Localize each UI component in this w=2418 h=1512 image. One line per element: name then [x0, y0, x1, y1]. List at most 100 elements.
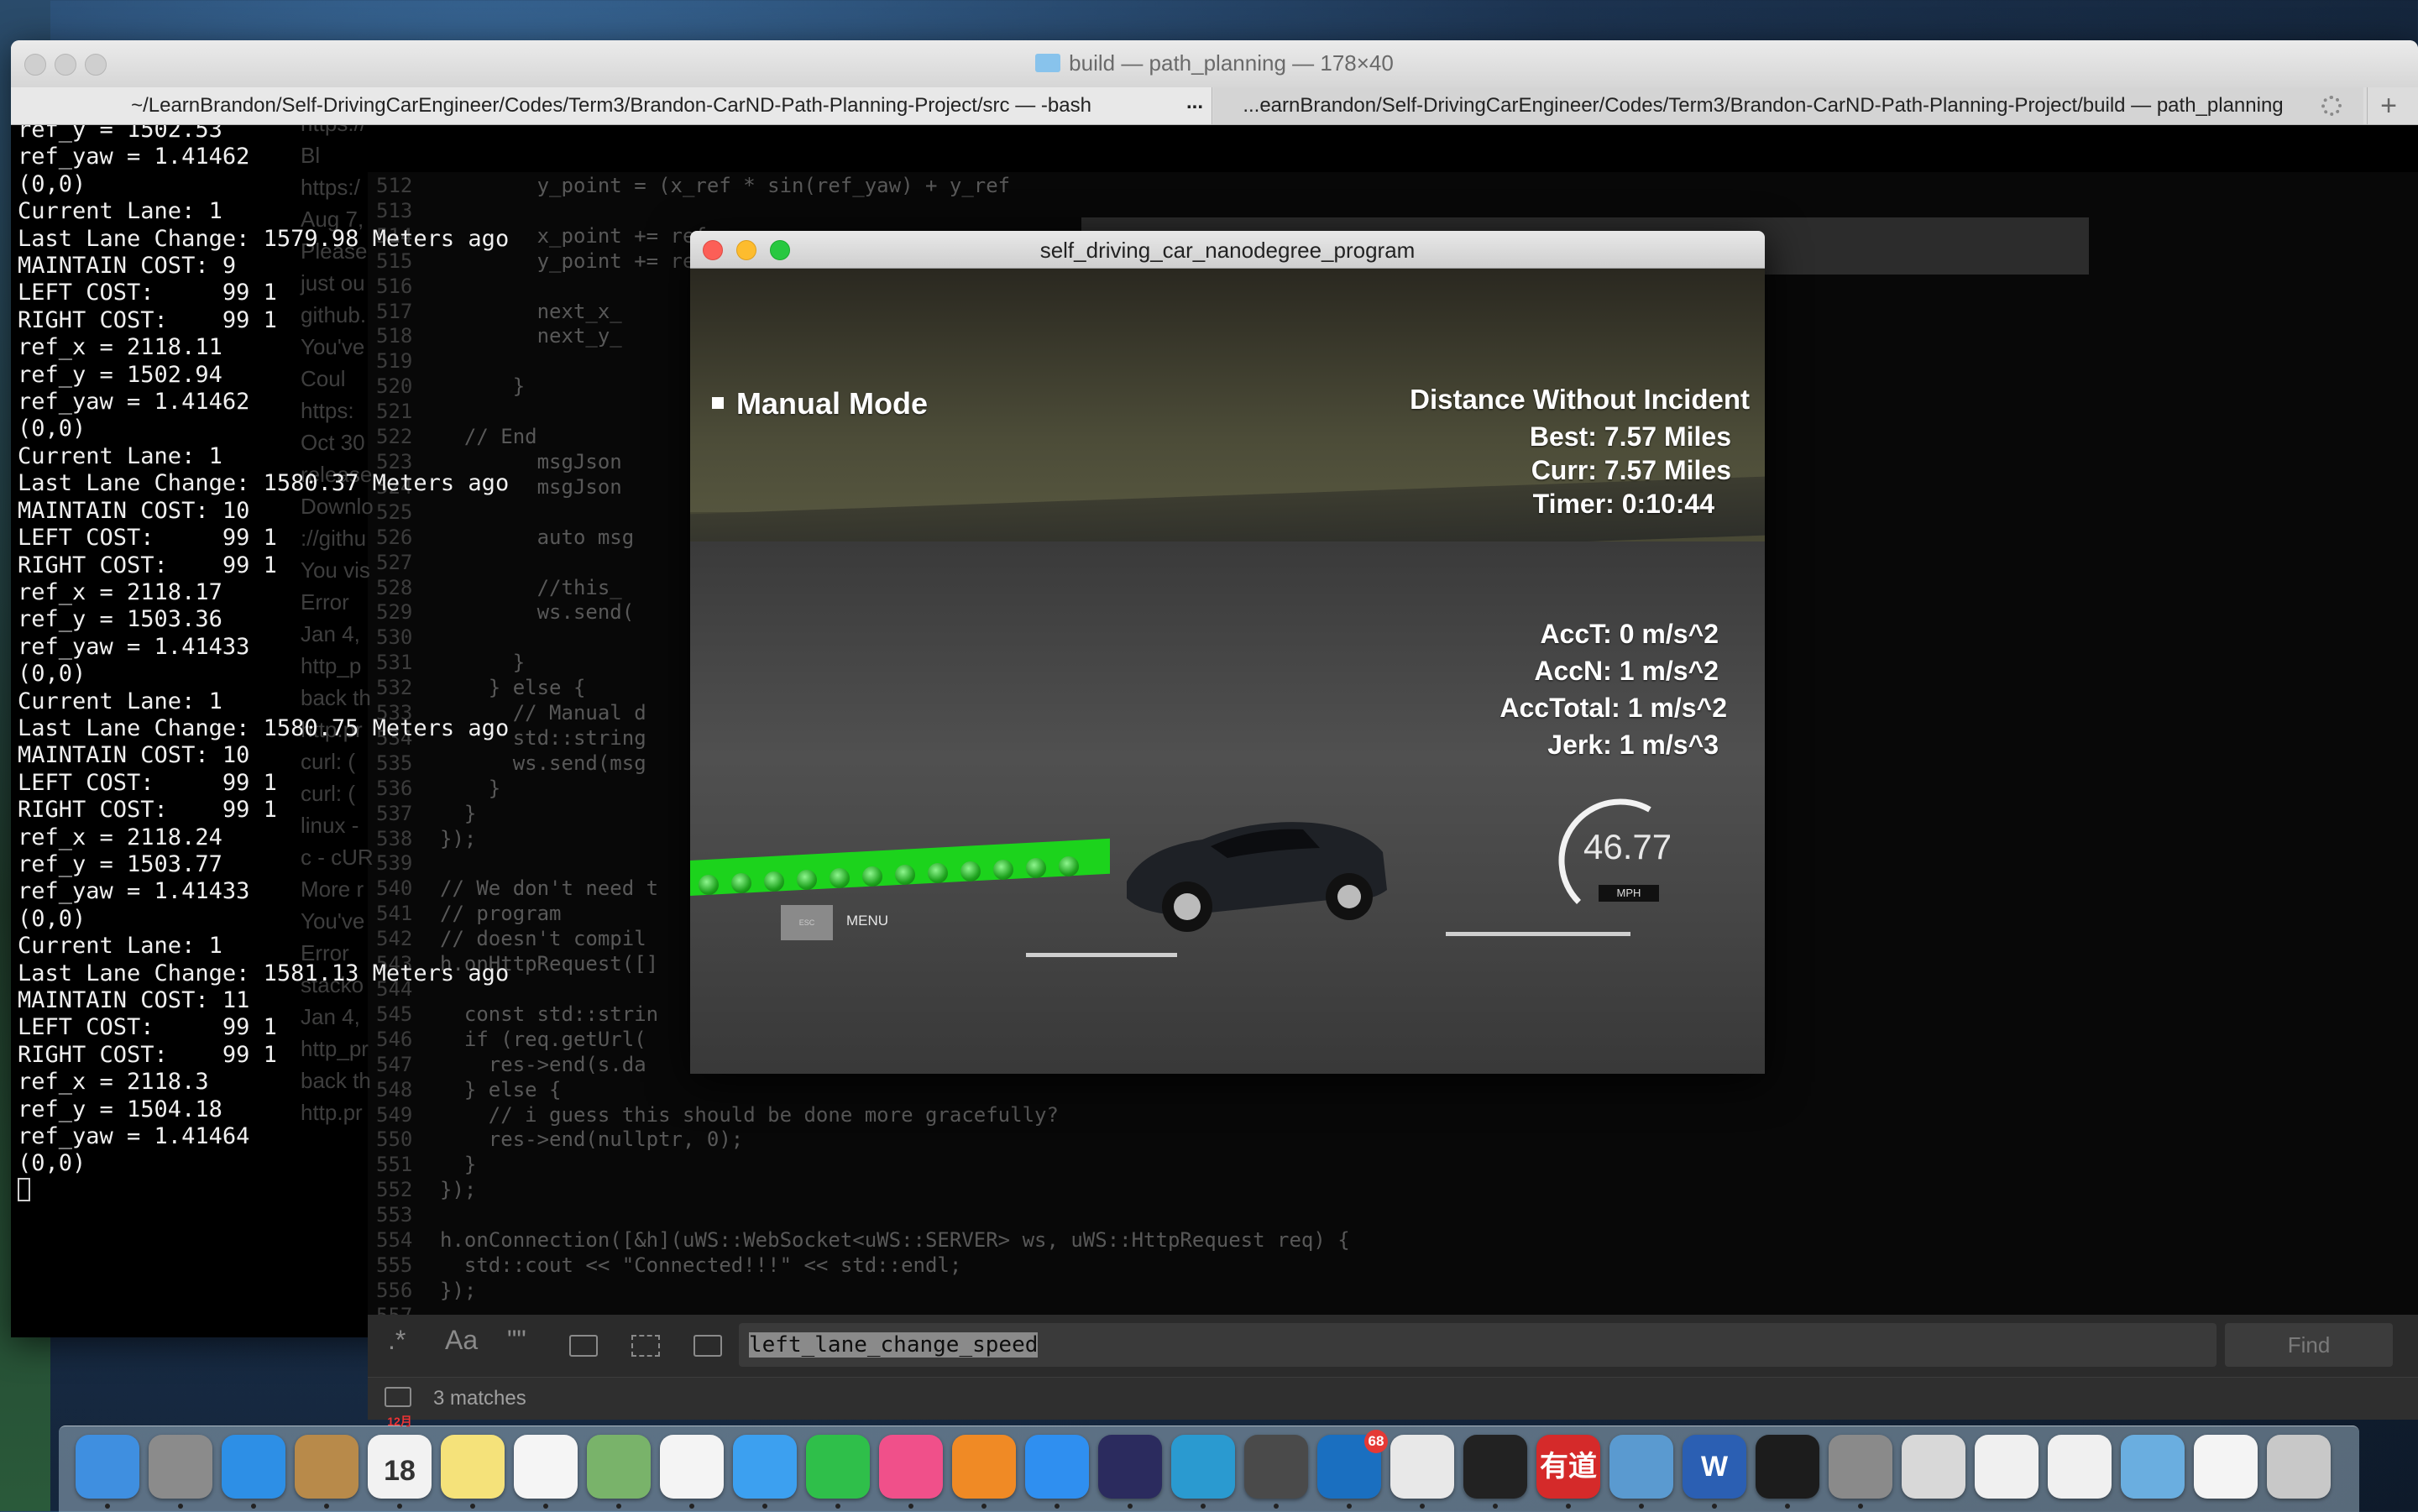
- code-line: 554 h.onConnection([&h](uWS::WebSocket<uW…: [376, 1228, 1350, 1253]
- tab-label: ...earnBrandon/Self-DrivingCarEngineer/C…: [1243, 94, 2284, 117]
- running-indicator: [470, 1504, 475, 1509]
- activity-spinner-icon: [2321, 96, 2342, 116]
- app-store-icon[interactable]: [1025, 1435, 1089, 1499]
- photos-icon[interactable]: [660, 1435, 724, 1499]
- line-number: 553: [376, 1203, 413, 1227]
- notes-icon[interactable]: [441, 1435, 505, 1499]
- code-line: 512 y_point = (x_ref * sin(ref_yaw) + y_…: [376, 174, 1350, 199]
- path-point: [895, 865, 915, 885]
- simulator-titlebar[interactable]: self_driving_car_nanodegree_program: [690, 231, 1765, 269]
- terminal-line: ref_yaw = 1.41462: [18, 389, 250, 416]
- network-globe-icon[interactable]: [1609, 1435, 1673, 1499]
- running-indicator: [689, 1504, 694, 1509]
- regex-toggle[interactable]: .*: [388, 1325, 406, 1356]
- terminal-line: ref_x = 2118.17: [18, 578, 222, 605]
- simulator-window[interactable]: self_driving_car_nanodegree_program Manu…: [690, 231, 1765, 1074]
- preview-icon[interactable]: [1902, 1435, 1965, 1499]
- manual-mode-checkbox[interactable]: [712, 397, 724, 409]
- highlight-matches-toggle[interactable]: [693, 1335, 722, 1357]
- line-number: 556: [376, 1278, 413, 1302]
- reminders-icon[interactable]: [514, 1435, 578, 1499]
- terminal-line: Last Lane Change: 1580.37 Meters ago: [18, 470, 510, 497]
- terminal-icon[interactable]: [1463, 1435, 1527, 1499]
- whole-word-toggle[interactable]: "": [507, 1325, 526, 1356]
- trash-icon[interactable]: [2267, 1435, 2331, 1499]
- youdao-label: 有道: [1540, 1451, 1597, 1483]
- running-indicator: [324, 1504, 329, 1509]
- simulator-title: self_driving_car_nanodegree_program: [1039, 238, 1416, 263]
- line-number: 554: [376, 1228, 413, 1253]
- messages-icon[interactable]: [733, 1435, 797, 1499]
- esc-button[interactable]: ESC: [781, 905, 833, 940]
- panel-toggle-icon[interactable]: [385, 1387, 411, 1407]
- finder-icon[interactable]: [76, 1435, 139, 1499]
- facetime-icon[interactable]: [806, 1435, 870, 1499]
- running-indicator: [1785, 1504, 1790, 1509]
- tab-label: ~/LearnBrandon/Self-DrivingCarEngineer/C…: [131, 94, 1091, 117]
- terminal-line: Current Lane: 1: [18, 442, 222, 469]
- terminal-output: ref_y = 1502.53 ref_yaw = 1.41462 (0,0) Cur…: [18, 125, 509, 1205]
- sublime-text-icon[interactable]: [1244, 1435, 1308, 1499]
- driving-scene: Manual Mode Distance Without Incident Be…: [690, 269, 1765, 1074]
- eclipse-icon[interactable]: [1098, 1435, 1162, 1499]
- acc-total: AccTotal: 1 m/s^2: [1499, 693, 1727, 723]
- terminal-line: Last Lane Change: 1580.75 Meters ago: [18, 714, 510, 741]
- code-text: // i guess this should be done more grac…: [440, 1102, 1059, 1127]
- document-icon[interactable]: [2194, 1435, 2258, 1499]
- tab-ellipsis: ...: [1185, 91, 1203, 113]
- terminal-line: LEFT COST: 99 1: [18, 769, 277, 796]
- zip-file-icon[interactable]: [1975, 1435, 2039, 1499]
- running-indicator: [1639, 1504, 1644, 1509]
- tab-src-bash[interactable]: ~/LearnBrandon/Self-DrivingCarEngineer/C…: [11, 87, 1212, 124]
- code-text: });: [440, 1278, 477, 1302]
- terminal-line: Last Lane Change: 1581.13 Meters ago: [18, 960, 510, 986]
- find-input[interactable]: left_lane_change_speed: [739, 1323, 2216, 1367]
- lyx-icon[interactable]: [1171, 1435, 1235, 1499]
- wrap-toggle[interactable]: [631, 1335, 660, 1357]
- running-indicator: [1858, 1504, 1863, 1509]
- launchpad-icon[interactable]: [149, 1435, 212, 1499]
- running-indicator: [543, 1504, 548, 1509]
- terminal-line: Current Lane: 1: [18, 688, 222, 714]
- code-line: 549 // i guess this should be done more …: [376, 1103, 1350, 1128]
- running-indicator: [178, 1504, 183, 1509]
- terminal-line: MAINTAIN COST: 9: [18, 253, 237, 280]
- activity-monitor-icon[interactable]: [1756, 1435, 1819, 1499]
- find-button[interactable]: Find: [2225, 1323, 2393, 1367]
- ibooks-icon[interactable]: [952, 1435, 1016, 1499]
- case-sensitive-toggle[interactable]: Aa: [445, 1325, 478, 1356]
- word-icon[interactable]: W: [1683, 1435, 1746, 1499]
- in-selection-toggle[interactable]: [569, 1335, 598, 1357]
- itunes-icon[interactable]: [879, 1435, 943, 1499]
- terminal-line: LEFT COST: 99 1: [18, 525, 277, 552]
- terminal-line: ref_y = 1504.18: [18, 1096, 222, 1122]
- system-preferences-icon[interactable]: [1829, 1435, 1892, 1499]
- distance-heading: Distance Without Incident: [1410, 384, 1750, 415]
- code-line: 556});: [376, 1279, 1350, 1304]
- code-line: 550 res->end(nullptr, 0);: [376, 1127, 1350, 1153]
- downloads-folder-icon[interactable]: [2121, 1435, 2185, 1499]
- contacts-icon[interactable]: [295, 1435, 359, 1499]
- line-number: 555: [376, 1253, 413, 1277]
- terminal-line: Current Lane: 1: [18, 198, 222, 225]
- path-point: [993, 860, 1013, 880]
- txt-file-icon[interactable]: [2048, 1435, 2112, 1499]
- new-tab-button[interactable]: +: [2367, 87, 2410, 124]
- safari-icon[interactable]: [222, 1435, 285, 1499]
- terminal-line: MAINTAIN COST: 11: [18, 987, 250, 1013]
- chrome-icon[interactable]: [1390, 1435, 1454, 1499]
- youdao-icon[interactable]: 有道: [1536, 1435, 1600, 1499]
- running-indicator: [1128, 1504, 1133, 1509]
- terminal-line: ref_x = 2118.11: [18, 334, 222, 361]
- running-indicator: [762, 1504, 767, 1509]
- maps-icon[interactable]: [587, 1435, 651, 1499]
- code-line: 553: [376, 1203, 1350, 1228]
- calendar-icon[interactable]: 18 12月: [368, 1415, 432, 1499]
- tab-build-path-planning[interactable]: ...earnBrandon/Self-DrivingCarEngineer/C…: [1213, 87, 2363, 124]
- calendar-month: 12月: [387, 1415, 412, 1428]
- terminal-titlebar[interactable]: build — path_planning — 178×40: [11, 40, 2418, 88]
- speed-unit: MPH: [1599, 885, 1659, 902]
- timer: Timer: 0:10:44: [1532, 489, 1714, 519]
- path-point: [862, 866, 882, 887]
- outlook-icon[interactable]: 68: [1317, 1430, 1388, 1499]
